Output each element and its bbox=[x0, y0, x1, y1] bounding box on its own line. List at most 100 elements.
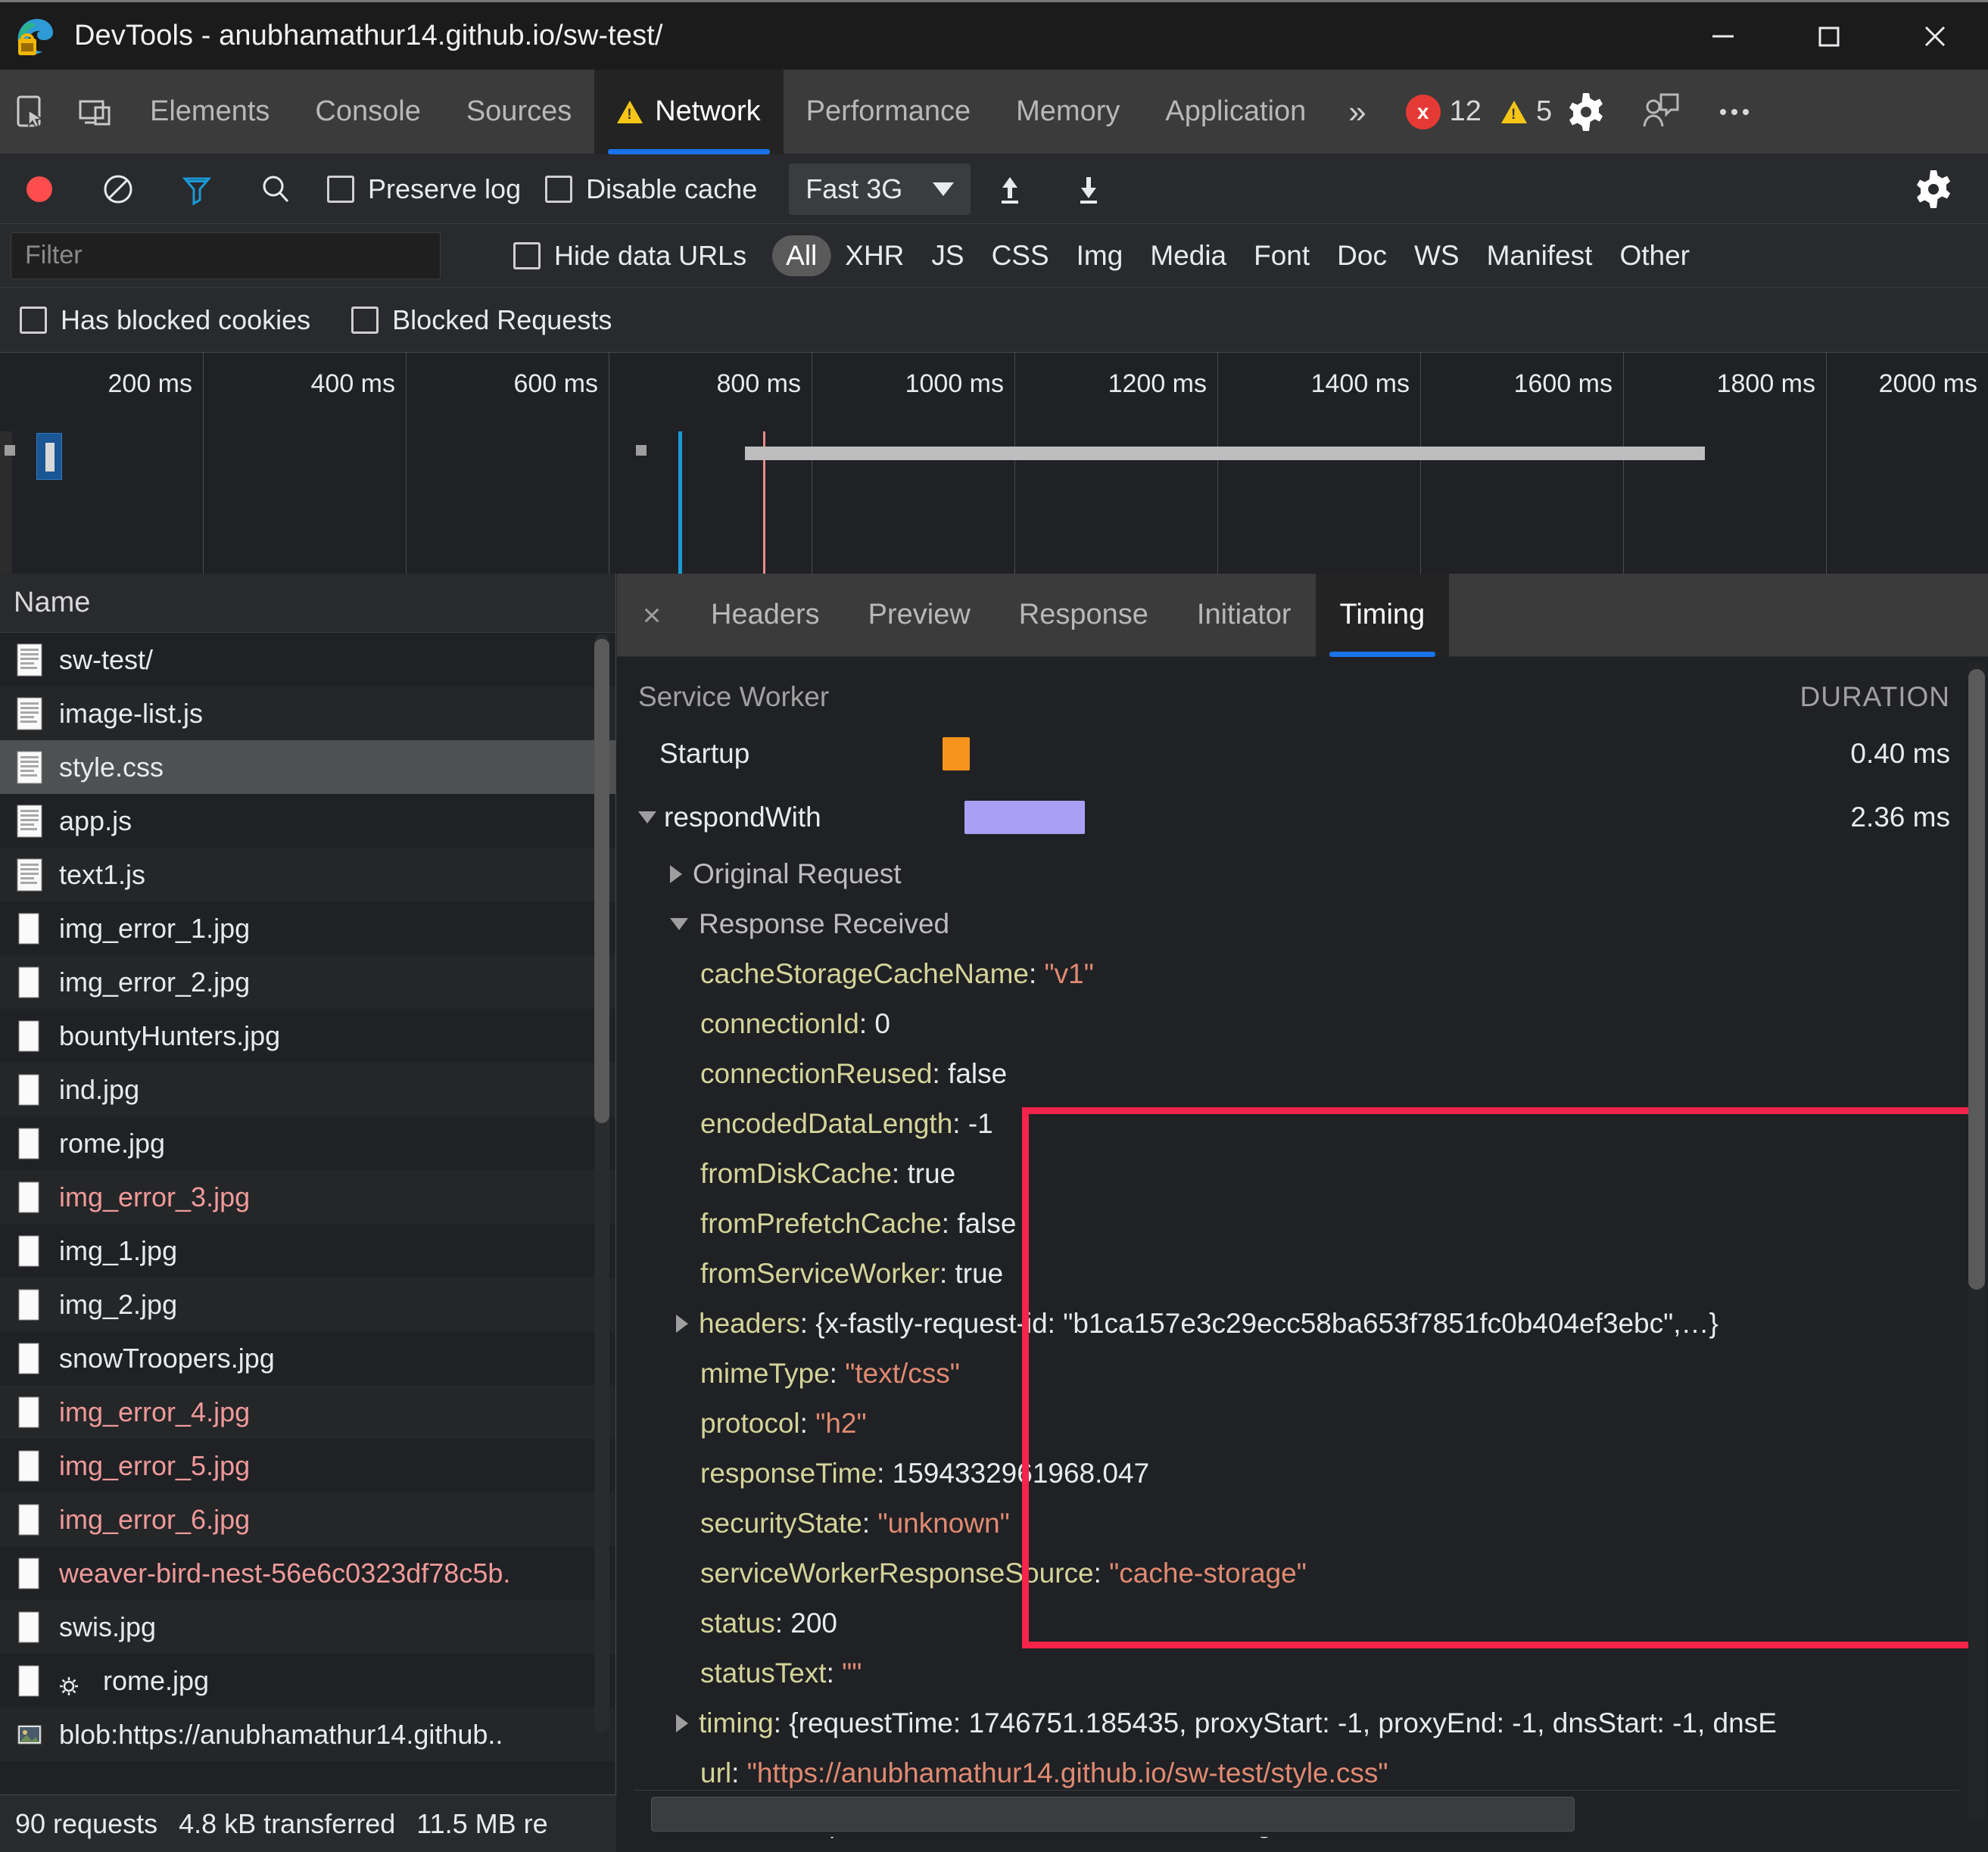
chevron-right-icon[interactable] bbox=[670, 865, 682, 883]
request-row-snowtroopers[interactable]: snowTroopers.jpg bbox=[0, 1331, 615, 1385]
request-row-image-list-js[interactable]: image-list.js bbox=[0, 686, 615, 740]
error-count-badge[interactable]: x 12 bbox=[1405, 94, 1482, 129]
requests-column-header[interactable]: Name bbox=[0, 574, 615, 633]
preserve-log-checkbox[interactable] bbox=[327, 175, 354, 203]
export-har-button[interactable] bbox=[1049, 154, 1128, 224]
import-har-button[interactable] bbox=[971, 154, 1049, 224]
record-button[interactable] bbox=[0, 154, 79, 224]
request-row-app-js[interactable]: app.js bbox=[0, 794, 615, 848]
device-toolbar-icon[interactable] bbox=[64, 70, 127, 154]
window-title: DevTools - anubhamathur14.github.io/sw-t… bbox=[74, 20, 663, 51]
chevron-right-icon[interactable] bbox=[676, 1714, 688, 1732]
request-row-rome[interactable]: rome.jpg bbox=[0, 1116, 615, 1170]
type-filter-img[interactable]: Img bbox=[1063, 235, 1137, 276]
request-row-blob[interactable]: blob:https://anubhamathur14.github.. bbox=[0, 1707, 615, 1761]
disable-cache-control[interactable]: Disable cache bbox=[533, 173, 769, 205]
feedback-icon[interactable] bbox=[1626, 70, 1694, 154]
tab-initiator[interactable]: Initiator bbox=[1173, 574, 1316, 657]
request-row-swis[interactable]: swis.jpg bbox=[0, 1600, 615, 1654]
timing-row-respondwith[interactable]: respondWith 2.36 ms bbox=[617, 786, 1988, 849]
settings-gear-icon[interactable] bbox=[1552, 70, 1620, 154]
more-tabs-chevron-icon[interactable]: » bbox=[1329, 94, 1385, 130]
request-row-img-error-1[interactable]: img_error_1.jpg bbox=[0, 901, 615, 955]
close-detail-icon[interactable]: × bbox=[617, 574, 687, 657]
disable-cache-checkbox[interactable] bbox=[545, 175, 573, 203]
clear-button[interactable] bbox=[79, 154, 157, 224]
request-row-img-error-2[interactable]: img_error_2.jpg bbox=[0, 955, 615, 1009]
hide-data-urls-checkbox[interactable] bbox=[513, 241, 541, 269]
minimize-button[interactable] bbox=[1670, 2, 1776, 71]
tab-response[interactable]: Response bbox=[995, 574, 1173, 657]
type-filter-all[interactable]: All bbox=[772, 235, 832, 276]
request-row-weaver-bird-nest[interactable]: weaver-bird-nest-56e6c0323df78c5b. bbox=[0, 1546, 615, 1600]
has-blocked-cookies-checkbox[interactable] bbox=[20, 306, 47, 334]
overview-request-band bbox=[745, 447, 1705, 460]
property-timing[interactable]: timing: {requestTime: 1746751.185435, pr… bbox=[617, 1698, 1988, 1748]
request-row-text1-js[interactable]: text1.js bbox=[0, 848, 615, 901]
request-row-img-error-6[interactable]: img_error_6.jpg bbox=[0, 1492, 615, 1546]
request-row-ind[interactable]: ind.jpg bbox=[0, 1063, 615, 1116]
blocked-requests-checkbox[interactable] bbox=[351, 306, 379, 334]
inspect-element-icon[interactable] bbox=[0, 70, 64, 154]
requests-scrollbar-thumb[interactable] bbox=[594, 639, 609, 1123]
timing-original-request-node[interactable]: Original Request bbox=[617, 849, 1988, 899]
detail-scrollbar-thumb[interactable] bbox=[1968, 669, 1985, 1290]
hide-data-urls-control[interactable]: Hide data URLs bbox=[501, 240, 759, 272]
network-overview[interactable]: 200 ms 400 ms 600 ms 800 ms 1000 ms 1200… bbox=[0, 353, 1988, 574]
detail-horizontal-scrollbar-thumb[interactable] bbox=[651, 1797, 1575, 1832]
chevron-right-icon[interactable] bbox=[676, 1315, 688, 1333]
request-row-sw-test[interactable]: sw-test/ bbox=[0, 633, 615, 686]
type-filter-media[interactable]: Media bbox=[1136, 235, 1240, 276]
throttling-select[interactable]: Fast 3G bbox=[789, 163, 971, 215]
type-filter-css[interactable]: CSS bbox=[978, 235, 1063, 276]
close-button[interactable] bbox=[1882, 2, 1988, 71]
property-value: "unknown" bbox=[877, 1508, 1010, 1539]
request-row-img-error-5[interactable]: img_error_5.jpg bbox=[0, 1439, 615, 1492]
more-options-icon[interactable] bbox=[1700, 70, 1768, 154]
filter-toggle-button[interactable] bbox=[157, 154, 236, 224]
maximize-button[interactable] bbox=[1776, 2, 1882, 71]
request-row-img-2[interactable]: img_2.jpg bbox=[0, 1278, 615, 1331]
request-row-style-css[interactable]: style.css bbox=[0, 740, 615, 794]
filter-input[interactable]: Filter bbox=[11, 232, 441, 279]
property-fromDiskCache: fromDiskCache: true bbox=[700, 1158, 956, 1189]
type-filter-doc[interactable]: Doc bbox=[1323, 235, 1401, 276]
tab-performance[interactable]: Performance bbox=[784, 70, 994, 154]
tab-preview[interactable]: Preview bbox=[844, 574, 995, 657]
request-name: weaver-bird-nest-56e6c0323df78c5b. bbox=[59, 1557, 511, 1589]
detail-horizontal-scrollbar[interactable] bbox=[634, 1790, 1959, 1837]
request-row-bountyhunters[interactable]: bountyHunters.jpg bbox=[0, 1009, 615, 1063]
request-row-img-error-4[interactable]: img_error_4.jpg bbox=[0, 1385, 615, 1439]
type-filter-font[interactable]: Font bbox=[1240, 235, 1323, 276]
type-filter-other[interactable]: Other bbox=[1606, 235, 1703, 276]
chevron-down-icon[interactable] bbox=[670, 918, 688, 930]
property-value: "cache-storage" bbox=[1109, 1558, 1307, 1589]
tab-console[interactable]: Console bbox=[292, 70, 443, 154]
request-row-img-error-3[interactable]: img_error_3.jpg bbox=[0, 1170, 615, 1224]
property-headers[interactable]: headers: {x-fastly-request-id: "b1ca157e… bbox=[617, 1299, 1988, 1349]
chevron-down-icon[interactable] bbox=[638, 811, 656, 823]
type-filter-ws[interactable]: WS bbox=[1401, 235, 1473, 276]
warning-count-badge[interactable]: 5 bbox=[1500, 95, 1552, 128]
timing-response-received-node[interactable]: Response Received bbox=[617, 899, 1988, 949]
tab-sources[interactable]: Sources bbox=[444, 70, 594, 154]
tab-headers[interactable]: Headers bbox=[687, 574, 844, 657]
tab-network[interactable]: Network bbox=[594, 69, 784, 154]
type-filter-js[interactable]: JS bbox=[918, 235, 977, 276]
request-row-rome-sw[interactable]: rome.jpg bbox=[0, 1654, 615, 1707]
network-settings-gear-icon[interactable] bbox=[1894, 154, 1973, 224]
type-filter-xhr[interactable]: XHR bbox=[831, 235, 918, 276]
tab-elements[interactable]: Elements bbox=[127, 70, 292, 154]
type-filter-manifest[interactable]: Manifest bbox=[1473, 235, 1606, 276]
search-button[interactable] bbox=[236, 154, 315, 224]
tab-application[interactable]: Application bbox=[1142, 70, 1329, 154]
tab-memory[interactable]: Memory bbox=[993, 70, 1142, 154]
request-name: img_error_6.jpg bbox=[59, 1503, 251, 1535]
blocked-requests-control[interactable]: Blocked Requests bbox=[339, 304, 624, 336]
overview-selection-window[interactable] bbox=[36, 433, 62, 480]
preserve-log-control[interactable]: Preserve log bbox=[315, 173, 533, 205]
image-icon bbox=[17, 1557, 42, 1590]
request-row-img-1[interactable]: img_1.jpg bbox=[0, 1224, 615, 1278]
has-blocked-cookies-control[interactable]: Has blocked cookies bbox=[20, 304, 323, 336]
tab-timing[interactable]: Timing bbox=[1315, 574, 1450, 657]
